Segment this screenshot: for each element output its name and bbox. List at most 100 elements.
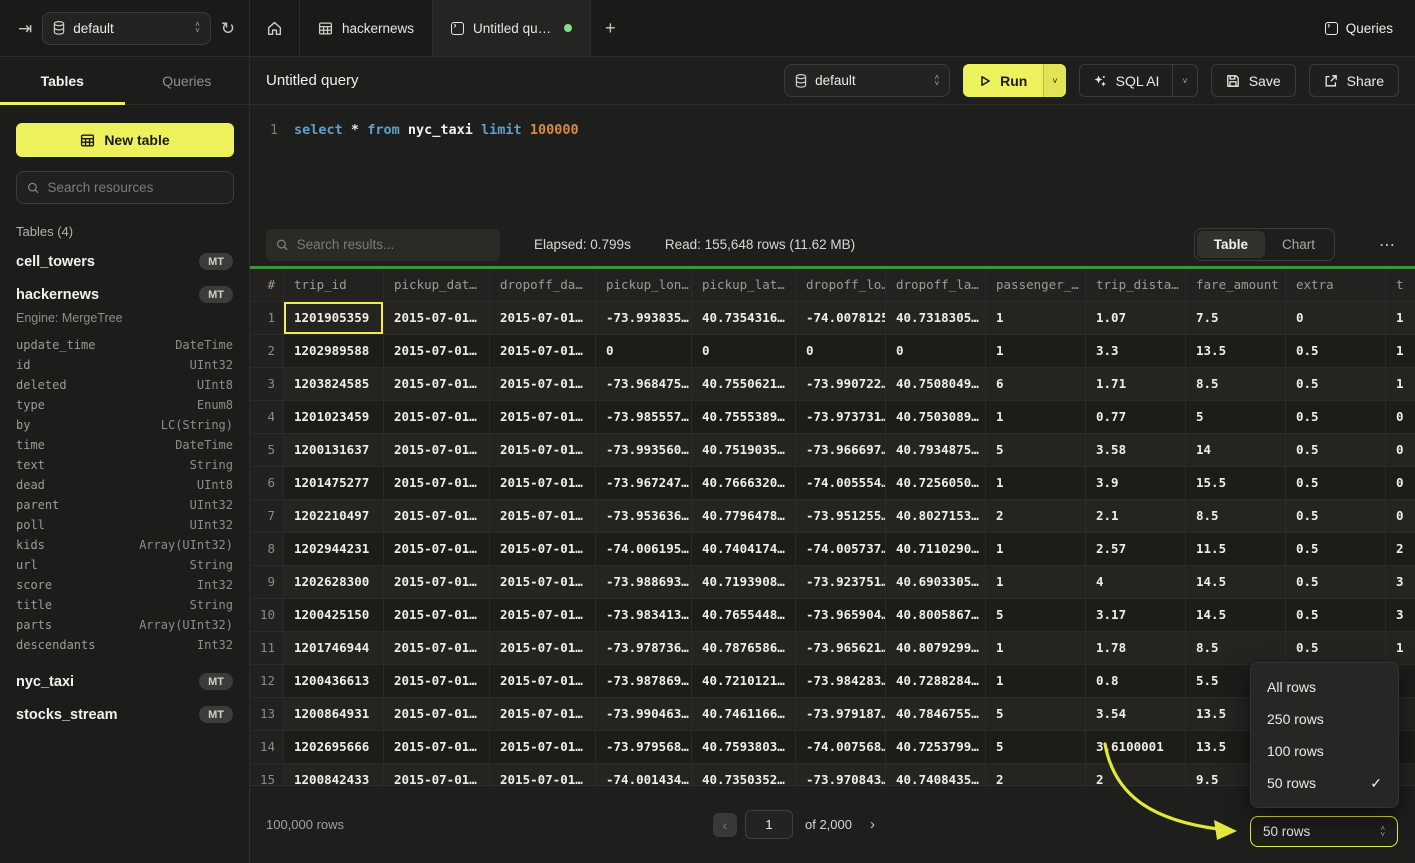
results-search[interactable]	[266, 229, 500, 261]
table-cell[interactable]: 0	[1386, 500, 1415, 533]
table-cell[interactable]: 5	[1186, 401, 1286, 434]
table-cell[interactable]: -73.973731…	[796, 401, 886, 434]
table-cell[interactable]: -73.990722…	[796, 368, 886, 401]
table-cell[interactable]: 1.78	[1086, 632, 1186, 665]
table-cell[interactable]: 1	[1386, 368, 1415, 401]
table-cell[interactable]: 0	[1386, 434, 1415, 467]
next-page-button[interactable]: ›	[870, 816, 875, 833]
table-cell[interactable]: 1	[986, 302, 1086, 335]
table-cell[interactable]: 3	[1386, 566, 1415, 599]
table-cell[interactable]: 2015-07-01…	[490, 698, 596, 731]
table-cell[interactable]: 1.71	[1086, 368, 1186, 401]
sql-editor[interactable]: 1 select * from nyc_taxi limit 100000	[250, 105, 1415, 223]
table-cell[interactable]: 2015-07-01…	[384, 599, 490, 632]
table-cell[interactable]: 2015-07-01…	[490, 764, 596, 785]
table-cell[interactable]: 2	[986, 500, 1086, 533]
table-cell[interactable]: 1	[986, 335, 1086, 368]
sidebar-table-hackernews[interactable]: hackernews MT	[0, 278, 249, 311]
table-cell[interactable]: 2015-07-01…	[490, 632, 596, 665]
table-cell[interactable]: 1201023459	[284, 401, 384, 434]
table-cell[interactable]: 3.3	[1086, 335, 1186, 368]
table-cell[interactable]: 5	[986, 599, 1086, 632]
table-cell[interactable]: 2015-07-01…	[490, 335, 596, 368]
table-cell[interactable]: 0.5	[1286, 632, 1386, 665]
table-cell[interactable]: 0	[1386, 467, 1415, 500]
table-cell[interactable]: -73.993560…	[596, 434, 692, 467]
table-cell[interactable]: 5	[986, 698, 1086, 731]
table-cell[interactable]: 1200842433	[284, 764, 384, 785]
tab-untitled-query[interactable]: Untitled qu…	[433, 0, 591, 56]
table-cell[interactable]: 1202944231	[284, 533, 384, 566]
table-cell[interactable]: 2	[1386, 533, 1415, 566]
table-cell[interactable]: 2015-07-01…	[490, 533, 596, 566]
table-cell[interactable]: 2015-07-01…	[384, 401, 490, 434]
view-toggle-chart[interactable]: Chart	[1265, 231, 1332, 258]
table-cell[interactable]: 5	[986, 731, 1086, 764]
table-cell[interactable]: 1200436613	[284, 665, 384, 698]
table-cell[interactable]: 0.5	[1286, 533, 1386, 566]
table-cell[interactable]: 1201475277	[284, 467, 384, 500]
table-cell[interactable]: 1	[986, 632, 1086, 665]
run-button[interactable]: Run ˅	[963, 64, 1065, 97]
table-cell[interactable]: 40.7210121…	[692, 665, 796, 698]
table-cell[interactable]: 0.5	[1286, 500, 1386, 533]
table-cell[interactable]: -74.006195…	[596, 533, 692, 566]
query-database-selector[interactable]: default ˄˅	[784, 64, 950, 97]
table-cell[interactable]: 1	[986, 665, 1086, 698]
table-cell[interactable]: 40.7666320…	[692, 467, 796, 500]
column-header-trip_id[interactable]: trip_id	[284, 269, 384, 302]
table-cell[interactable]: -73.993835…	[596, 302, 692, 335]
table-cell[interactable]: 2015-07-01…	[384, 467, 490, 500]
table-cell[interactable]: 40.8005867…	[886, 599, 986, 632]
table-cell[interactable]: 3.9	[1086, 467, 1186, 500]
page-size-option-250-rows[interactable]: 250 rows	[1251, 703, 1398, 735]
table-cell[interactable]: 2015-07-01…	[490, 467, 596, 500]
table-cell[interactable]: 0	[596, 335, 692, 368]
sidebar-tab-queries[interactable]: Queries	[125, 57, 250, 104]
table-cell[interactable]: 2015-07-01…	[490, 731, 596, 764]
table-cell[interactable]: 3.58	[1086, 434, 1186, 467]
table-cell[interactable]: 4	[1086, 566, 1186, 599]
table-cell[interactable]: 0	[886, 335, 986, 368]
table-cell[interactable]: 1	[986, 566, 1086, 599]
table-cell[interactable]: -73.965904…	[796, 599, 886, 632]
column-header-pickup_lat[interactable]: pickup_lat…	[692, 269, 796, 302]
page-size-select[interactable]: 50 rows ˄˅	[1250, 816, 1398, 847]
table-cell[interactable]: 2015-07-01…	[490, 434, 596, 467]
table-cell[interactable]: 2.57	[1086, 533, 1186, 566]
table-cell[interactable]: -74.007568…	[796, 731, 886, 764]
table-cell[interactable]: 0	[796, 335, 886, 368]
table-cell[interactable]: 40.7354316…	[692, 302, 796, 335]
table-cell[interactable]: 40.7846755…	[886, 698, 986, 731]
sidebar-table-cell_towers[interactable]: cell_towers MT	[0, 245, 249, 278]
column-header-dropoff_la[interactable]: dropoff_la…	[886, 269, 986, 302]
table-cell[interactable]: 2015-07-01…	[384, 500, 490, 533]
table-cell[interactable]: 5	[986, 434, 1086, 467]
table-cell[interactable]: -73.988693…	[596, 566, 692, 599]
new-table-button[interactable]: New table	[16, 123, 234, 157]
table-cell[interactable]: 8.5	[1186, 368, 1286, 401]
table-cell[interactable]: 2015-07-01…	[384, 665, 490, 698]
table-cell[interactable]: 40.7508049…	[886, 368, 986, 401]
sidebar-collapse-icon[interactable]: ⇥	[18, 20, 32, 37]
table-cell[interactable]: -73.970843…	[796, 764, 886, 785]
table-cell[interactable]: -73.985557…	[596, 401, 692, 434]
column-header-trip_dista[interactable]: trip_dista…	[1086, 269, 1186, 302]
table-cell[interactable]: 40.7519035…	[692, 434, 796, 467]
table-cell[interactable]: 1201746944	[284, 632, 384, 665]
table-cell[interactable]: 40.8079299…	[886, 632, 986, 665]
resource-search-input[interactable]	[48, 180, 223, 195]
table-cell[interactable]: -73.968475…	[596, 368, 692, 401]
results-search-input[interactable]	[297, 237, 490, 252]
table-cell[interactable]: 2015-07-01…	[384, 698, 490, 731]
table-cell[interactable]: -73.967247…	[596, 467, 692, 500]
table-cell[interactable]: 3.6100001	[1086, 731, 1186, 764]
table-cell[interactable]: 1202210497	[284, 500, 384, 533]
table-cell[interactable]: 15.5	[1186, 467, 1286, 500]
table-cell[interactable]: 0.5	[1286, 368, 1386, 401]
results-more-icon[interactable]: ⋯	[1375, 235, 1399, 255]
page-size-option-all-rows[interactable]: All rows	[1251, 671, 1398, 703]
table-cell[interactable]: 2015-07-01…	[490, 500, 596, 533]
table-cell[interactable]: 0.8	[1086, 665, 1186, 698]
table-cell[interactable]: 1	[1386, 302, 1415, 335]
